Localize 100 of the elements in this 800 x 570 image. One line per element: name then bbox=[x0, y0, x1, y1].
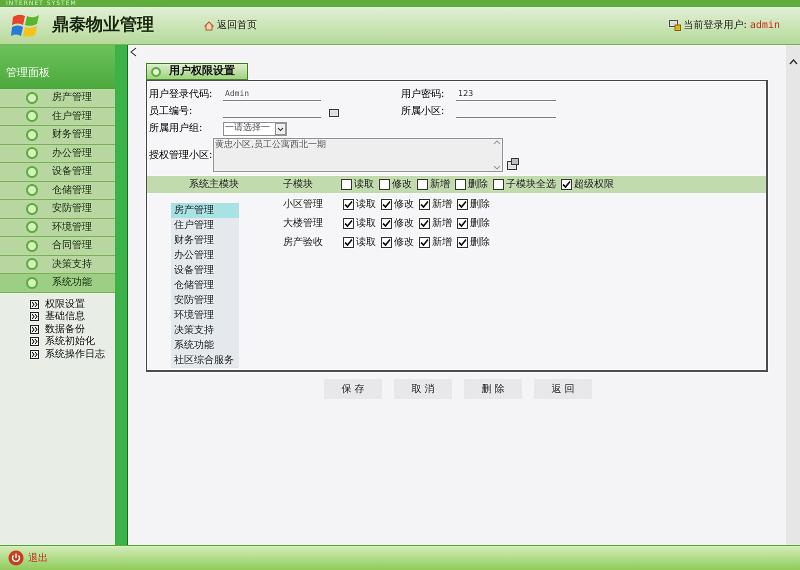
checkbox[interactable] bbox=[341, 179, 352, 190]
module-list-item[interactable]: 办公管理 bbox=[171, 248, 239, 263]
logout-link[interactable]: 退出 bbox=[28, 550, 48, 566]
checkbox-label: 新增 bbox=[432, 198, 452, 212]
sidebar-item[interactable]: 合同管理 bbox=[0, 237, 115, 256]
checkmark-icon bbox=[420, 219, 429, 228]
checkmark-icon bbox=[420, 238, 429, 247]
sidebar-title: 管理面板 bbox=[6, 64, 50, 80]
checkbox[interactable] bbox=[417, 179, 428, 190]
circle-bullet-icon bbox=[26, 92, 38, 104]
module-list-item[interactable]: 环境管理 bbox=[171, 308, 239, 323]
scroll-up-icon[interactable] bbox=[788, 59, 798, 65]
lookup-icon[interactable] bbox=[329, 106, 339, 116]
checkbox-label: 读取 bbox=[354, 178, 374, 192]
scrollbar[interactable] bbox=[786, 45, 800, 545]
sidebar-item[interactable]: 设备管理 bbox=[0, 163, 115, 182]
module-list-item[interactable]: 仓储管理 bbox=[171, 278, 239, 293]
circle-bullet-icon bbox=[26, 166, 38, 178]
submenu-item[interactable]: 基础信息 bbox=[30, 311, 115, 322]
power-icon[interactable] bbox=[8, 550, 24, 566]
checkmark-icon bbox=[382, 200, 391, 209]
sidebar-item[interactable]: 系统功能 bbox=[0, 274, 115, 292]
panel-tab[interactable]: 用户权限设置 bbox=[146, 63, 248, 80]
circle-bullet-icon bbox=[26, 128, 38, 141]
checkbox[interactable] bbox=[493, 179, 504, 190]
submenu-item[interactable]: 权限设置 bbox=[30, 298, 115, 310]
action-button[interactable]: 取 消 bbox=[394, 379, 452, 399]
checkbox[interactable] bbox=[343, 237, 354, 248]
module-list-item[interactable]: 安防管理 bbox=[171, 293, 239, 308]
checkbox-label: 新增 bbox=[432, 216, 452, 231]
checkbox[interactable] bbox=[457, 199, 468, 210]
action-button[interactable]: 保 存 bbox=[324, 379, 382, 399]
checkbox-label: 超级权限 bbox=[574, 178, 614, 192]
submenu-item[interactable]: 系统操作日志 bbox=[30, 348, 115, 360]
app-title: 鼎泰物业管理 bbox=[52, 14, 154, 37]
circle-bullet-icon bbox=[26, 184, 38, 196]
action-button[interactable]: 返 回 bbox=[534, 379, 592, 399]
circle-bullet-icon bbox=[151, 66, 161, 76]
checkbox[interactable] bbox=[381, 199, 392, 210]
field-label: 员工编号: bbox=[149, 104, 194, 119]
module-list-item[interactable]: 社区综合服务 bbox=[171, 353, 239, 368]
checkbox[interactable] bbox=[343, 218, 354, 229]
action-button[interactable]: 删 除 bbox=[464, 379, 522, 399]
field-label: 所属小区: bbox=[401, 104, 446, 119]
module-list-item[interactable]: 财务管理 bbox=[171, 233, 239, 248]
submenu-item[interactable]: 系统初始化 bbox=[30, 336, 115, 348]
sidebar-item[interactable]: 环境管理 bbox=[0, 218, 115, 237]
sidebar-item[interactable]: 办公管理 bbox=[0, 144, 115, 163]
checkmark-icon bbox=[344, 238, 353, 247]
checkbox[interactable] bbox=[343, 199, 354, 210]
sidebar-item[interactable]: 仓储管理 bbox=[0, 182, 115, 200]
circle-bullet-icon bbox=[26, 221, 38, 234]
checkmark-icon bbox=[458, 200, 467, 209]
sidebar-item[interactable]: 住户管理 bbox=[0, 108, 115, 126]
home-icon bbox=[204, 20, 214, 30]
checkbox-label: 删除 bbox=[470, 236, 490, 250]
picker-window-icon[interactable] bbox=[507, 158, 519, 170]
sidebar-item[interactable]: 决策支持 bbox=[0, 256, 115, 274]
checkmark-icon bbox=[382, 238, 391, 247]
checkbox[interactable] bbox=[561, 179, 572, 190]
permission-header-bar: 系统主模块 子模块 读取 修改 新增 删除 子模块全选 超级权限 bbox=[147, 176, 766, 193]
module-list-item[interactable]: 系统功能 bbox=[171, 338, 239, 353]
user-group-select[interactable]: 一请选择一 bbox=[223, 122, 287, 136]
field-label: 用户密码: bbox=[401, 88, 446, 102]
module-list-item[interactable]: 房产管理 bbox=[171, 203, 239, 218]
checkbox-label: 删除 bbox=[470, 217, 490, 231]
module-list-item[interactable]: 设备管理 bbox=[171, 263, 239, 278]
password-field[interactable]: 123 bbox=[456, 88, 556, 101]
checkbox[interactable] bbox=[457, 237, 468, 248]
sidebar-item[interactable]: 财务管理 bbox=[0, 126, 115, 144]
double-arrow-icon bbox=[30, 337, 39, 346]
checkbox-label: 读取 bbox=[356, 236, 376, 250]
checkmark-icon bbox=[344, 219, 353, 228]
login-code-field[interactable]: Admin bbox=[223, 88, 321, 101]
checkbox-label: 新增 bbox=[430, 178, 450, 192]
checkmark-icon bbox=[382, 219, 391, 228]
checkbox[interactable] bbox=[381, 218, 392, 229]
circle-bullet-icon bbox=[26, 276, 38, 289]
checkbox[interactable] bbox=[455, 179, 466, 190]
submodule-label: 大楼管理 bbox=[283, 216, 324, 231]
circle-bullet-icon bbox=[26, 110, 38, 122]
module-list-item[interactable]: 住户管理 bbox=[171, 218, 239, 233]
checkmark-icon bbox=[344, 200, 353, 209]
user-label: 当前登录用户: bbox=[684, 18, 747, 33]
user-name: admin bbox=[750, 19, 780, 33]
checkbox[interactable] bbox=[419, 237, 430, 248]
sidebar-item[interactable]: 房产管理 bbox=[0, 89, 115, 108]
checkbox[interactable] bbox=[419, 199, 430, 210]
submenu-item[interactable]: 数据备份 bbox=[30, 324, 115, 335]
module-list-item[interactable]: 决策支持 bbox=[171, 323, 239, 338]
home-link[interactable]: 返回首页 bbox=[204, 18, 257, 33]
checkbox[interactable] bbox=[419, 218, 430, 229]
checkbox[interactable] bbox=[381, 237, 392, 248]
checkbox[interactable] bbox=[457, 218, 468, 229]
sidebar-item[interactable]: 安防管理 bbox=[0, 200, 115, 218]
authorized-area-textbox[interactable]: 黄忠小区,员工公寓西北一期 bbox=[213, 138, 503, 172]
checkbox-label: 修改 bbox=[394, 236, 414, 250]
checkmark-icon bbox=[458, 219, 467, 228]
checkbox[interactable] bbox=[379, 179, 390, 190]
checkbox-label: 新增 bbox=[432, 236, 452, 250]
